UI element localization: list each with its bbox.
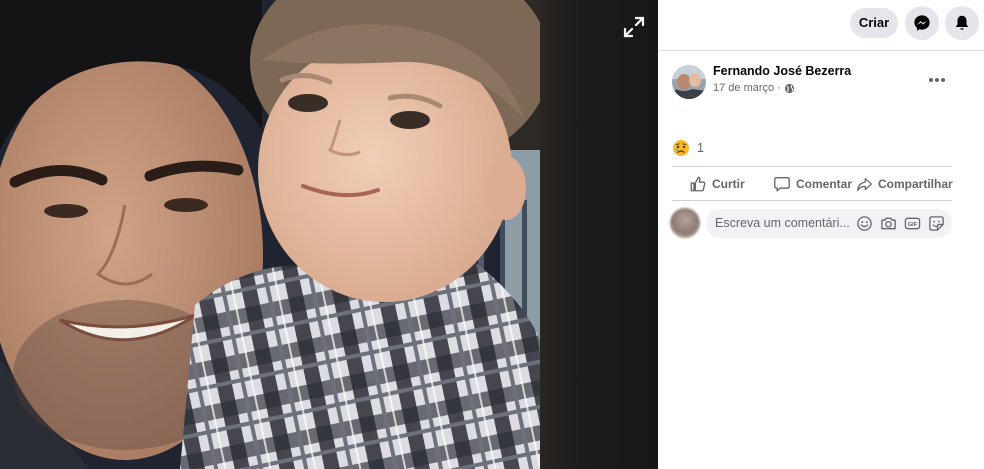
viewer-backdrop bbox=[540, 0, 658, 469]
like-icon bbox=[690, 176, 706, 192]
comment-input[interactable]: Escreva um comentári... GIF bbox=[706, 209, 952, 238]
comment-label: Comentar bbox=[796, 177, 853, 191]
messenger-button[interactable] bbox=[905, 6, 939, 40]
avatar-image bbox=[672, 65, 706, 99]
bell-icon bbox=[955, 15, 969, 30]
commenter-avatar[interactable] bbox=[670, 208, 700, 238]
globe-icon bbox=[784, 83, 794, 93]
sticker-icon[interactable] bbox=[928, 215, 945, 232]
sad-reaction-icon bbox=[673, 140, 689, 156]
actions-divider-bottom bbox=[672, 200, 952, 201]
expand-button[interactable] bbox=[620, 13, 648, 41]
post-photo[interactable] bbox=[0, 0, 540, 469]
actions-divider-top bbox=[672, 166, 952, 167]
post-meta: 17 de março · bbox=[713, 82, 795, 94]
comment-placeholder: Escreva um comentári... bbox=[715, 216, 850, 230]
more-options-button[interactable] bbox=[924, 68, 950, 92]
topbar-divider bbox=[658, 50, 984, 51]
photo-viewer bbox=[0, 0, 658, 469]
like-button[interactable]: Curtir bbox=[689, 172, 745, 196]
reaction-count: 1 bbox=[697, 141, 704, 155]
messenger-icon bbox=[914, 15, 930, 31]
share-button[interactable]: Compartilhar bbox=[856, 172, 953, 196]
camera-icon[interactable] bbox=[880, 215, 897, 232]
date-separator: · bbox=[777, 82, 781, 94]
post-date[interactable]: 17 de março bbox=[713, 82, 774, 94]
author-name[interactable]: Fernando José Bezerra bbox=[713, 64, 851, 78]
gif-label: GIF bbox=[908, 222, 918, 228]
reactions-summary[interactable]: 1 bbox=[672, 139, 704, 157]
comment-button[interactable]: Comentar bbox=[773, 172, 852, 196]
comment-icon bbox=[774, 177, 790, 192]
share-icon bbox=[857, 177, 872, 191]
notifications-button[interactable] bbox=[945, 6, 979, 40]
author-avatar[interactable] bbox=[672, 65, 706, 99]
like-label: Curtir bbox=[712, 177, 745, 191]
expand-icon bbox=[623, 16, 645, 38]
more-options-icon bbox=[929, 78, 945, 82]
create-button[interactable]: Criar bbox=[850, 8, 898, 38]
emoji-icon[interactable] bbox=[856, 215, 873, 232]
gif-icon[interactable]: GIF bbox=[904, 215, 921, 232]
share-label: Compartilhar bbox=[878, 177, 953, 191]
